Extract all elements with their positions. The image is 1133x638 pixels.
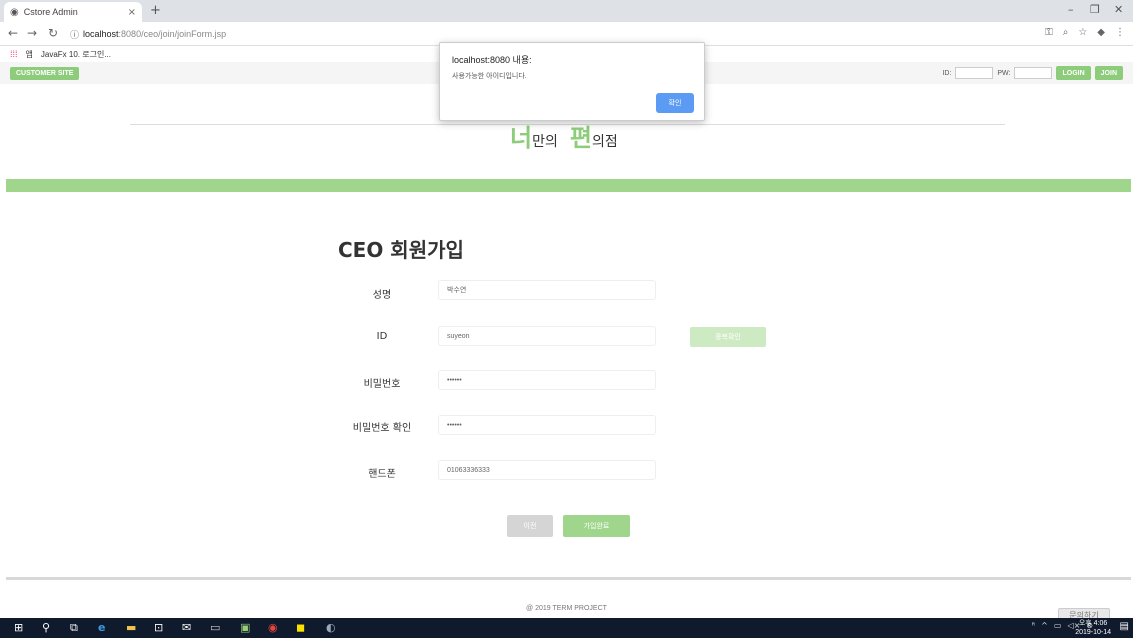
url-field[interactable]: ⓘ localhost :8080/ceo/join/joinForm.jsp [70,26,970,42]
taskbar-clock[interactable]: 오후 4:06 2019-10-14 [1075,619,1111,637]
restore-icon[interactable]: ❐ [1090,3,1100,16]
new-tab-button[interactable]: + [150,3,161,18]
password-input[interactable] [438,370,656,390]
tab-close-icon[interactable]: × [128,7,136,18]
phone-label: 핸드폰 [368,469,396,480]
os-taskbar: ⊞ ⚲ ⧉ e ▬ ⊡ ✉ ▭ ▣ ◉ ◼ ◐ ᴿ ^ ▭ ◁× ⊗ 오후 4:… [0,618,1133,638]
edge-icon[interactable]: e [98,621,105,635]
notification-icon[interactable]: ▤ [1120,621,1129,632]
id-label: ID: [942,69,952,77]
task-view-icon[interactable]: ⧉ [70,621,78,635]
bookmark-apps[interactable]: 앱 [26,49,33,60]
login-button[interactable]: LOGIN [1056,66,1091,80]
key-icon[interactable]: ⚿ [1045,27,1053,38]
page-title: CEO 회원가입 [338,238,464,262]
duplicate-check-button[interactable]: 중복확인 [690,327,766,347]
id-field-label: ID [376,331,388,342]
logo-text-2: 의점 [591,134,618,150]
minimize-icon[interactable]: – [1068,3,1074,16]
windows-start-icon[interactable]: ⊞ [14,621,23,635]
zoom-icon[interactable]: ⌕ [1063,27,1069,38]
terminal-icon[interactable]: ▭ [210,621,220,635]
dialog-message: 사용가능한 아이디입니다. [452,73,527,80]
name-label: 성명 [372,290,392,301]
user-icon[interactable]: ᴿ [1032,621,1036,630]
file-explorer-icon[interactable]: ▬ [126,621,136,635]
clock-date: 2019-10-14 [1075,629,1111,636]
kakaotalk-icon[interactable]: ◼ [296,621,305,635]
store-icon[interactable]: ⊡ [154,621,163,635]
prev-button[interactable]: 이전 [507,515,553,537]
mail-icon[interactable]: ✉ [182,621,191,635]
search-icon[interactable]: ⚲ [42,621,50,635]
alert-dialog: localhost:8080 내용: 사용가능한 아이디입니다. 확인 [439,42,705,121]
browser-tab[interactable]: ◉ Cstore Admin × [4,2,142,22]
copyright: @ 2019 TERM PROJECT [526,605,607,612]
logo-char-1: 너 [510,124,533,152]
bookmark-javafx[interactable]: JavaFx 10. 로그인... [41,49,111,60]
back-icon[interactable]: ← [8,26,18,40]
window-close-icon[interactable]: ✕ [1114,3,1123,16]
join-button[interactable]: JOIN [1094,66,1123,80]
eclipse-icon[interactable]: ◐ [326,621,336,635]
browser-tab-bar: ◉ Cstore Admin × + – ❐ ✕ [0,0,1133,22]
extension-icon[interactable]: ◆ [1097,27,1105,38]
logo-char-2: 편 [569,124,592,152]
submit-button[interactable]: 가입완료 [563,515,630,537]
url-path: :8080/ceo/join/joinForm.jsp [118,29,227,39]
password-confirm-input[interactable] [438,415,656,435]
url-host: localhost [83,29,119,39]
name-input[interactable] [438,280,656,300]
forward-icon[interactable]: → [27,26,37,40]
dialog-ok-button[interactable]: 확인 [656,93,694,113]
id-input[interactable] [438,326,656,346]
reload-icon[interactable]: ↻ [48,26,58,40]
login-id-input[interactable] [955,67,994,79]
customer-site-button[interactable]: CUSTOMER SITE [10,67,80,80]
password-confirm-label: 비밀번호 확인 [352,423,412,434]
tab-title: Cstore Admin [23,7,78,17]
network-icon[interactable]: ▭ [1054,621,1062,630]
footer-divider [6,577,1131,580]
menu-icon[interactable]: ⋮ [1115,27,1125,38]
info-icon[interactable]: ⓘ [70,28,79,41]
globe-icon: ◉ [10,6,19,18]
clock-time: 오후 4:06 [1078,620,1108,627]
login-pw-input[interactable] [1014,67,1053,79]
logo-divider [130,124,1005,125]
chevron-up-icon[interactable]: ^ [1041,621,1048,630]
dialog-title: localhost:8080 내용: [452,55,532,65]
nav-bar [6,179,1131,192]
chrome-icon[interactable]: ◉ [268,621,278,635]
apps-grid-icon[interactable]: ⁞⁞⁞ [10,49,18,59]
phone-input[interactable] [438,460,656,480]
login-area: ID: PW: LOGIN JOIN [942,66,1123,80]
pw-label: PW: [997,69,1011,77]
star-icon[interactable]: ☆ [1078,27,1087,38]
logo-text-1: 만의 [532,134,558,150]
site-logo[interactable]: 너 만의 편 의점 [510,124,618,152]
app-icon[interactable]: ▣ [240,621,250,635]
toolbar-icons: ⚿ ⌕ ☆ ◆ ⋮ [1045,27,1125,38]
password-label: 비밀번호 [363,379,401,390]
